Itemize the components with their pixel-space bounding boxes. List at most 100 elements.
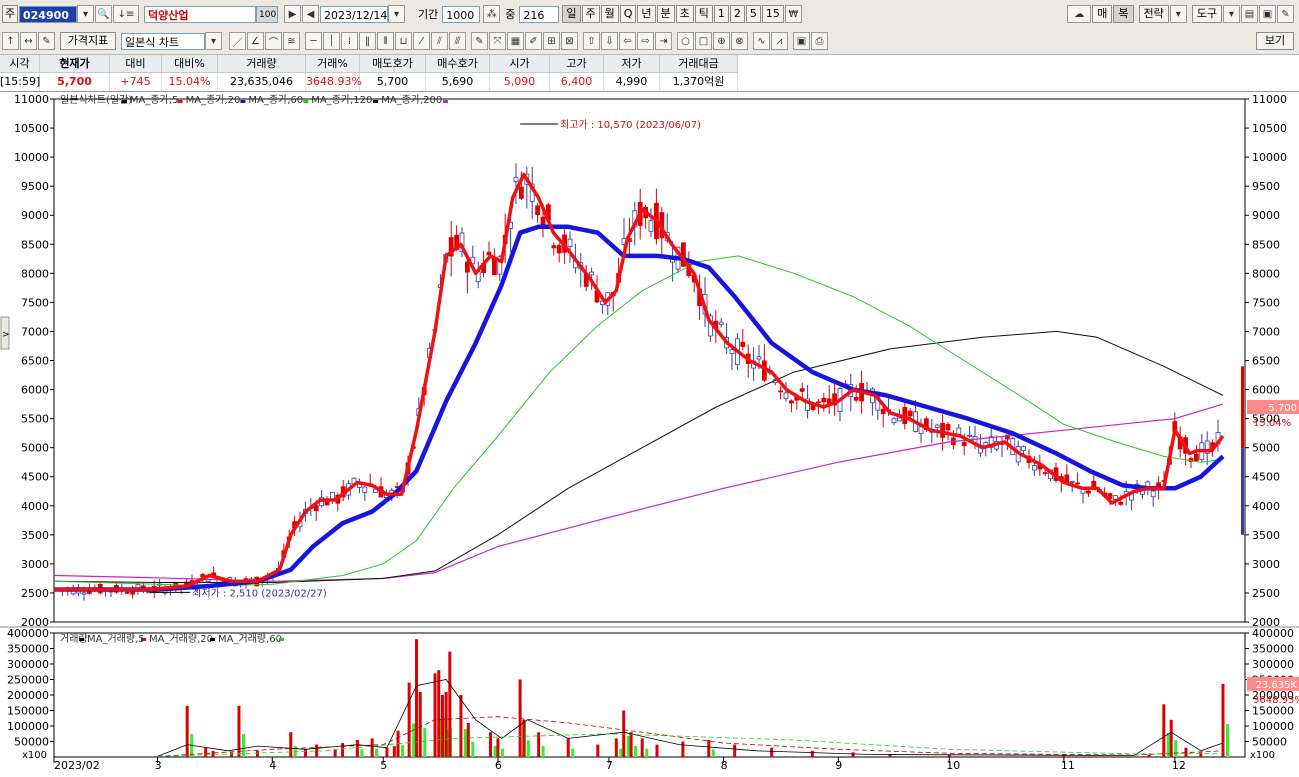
period-unit-button[interactable]: 주 <box>581 5 600 23</box>
delete-icon[interactable]: ⊗ <box>731 32 748 50</box>
legend-swatch <box>303 100 309 103</box>
volume-bar <box>640 738 644 757</box>
x-tick-label: 2023/02 <box>54 759 100 772</box>
pencil-icon[interactable]: ✎ <box>471 32 488 50</box>
cross-arrow-icon[interactable]: ⤧ <box>489 32 506 50</box>
legend-swatch <box>79 638 84 641</box>
market-mode-button[interactable]: 주 <box>2 5 18 23</box>
quote-value: 4,990 <box>604 73 660 91</box>
period-unit-button[interactable]: 15 <box>761 5 784 23</box>
open-folder-icon[interactable]: ▤ <box>1241 5 1258 23</box>
fibonacci-icon[interactable]: ≋ <box>283 32 300 50</box>
tools-dropdown-icon[interactable]: ▾ <box>1223 5 1240 23</box>
zoom-field[interactable]: 100 <box>256 5 278 23</box>
volume-bar-secondary <box>471 741 475 757</box>
cloud-icon[interactable]: ☁ <box>1067 5 1092 23</box>
sell-button[interactable]: 매 <box>1092 5 1113 23</box>
settings-wrench-icon[interactable]: ✎ <box>1277 5 1294 23</box>
period-unit-button[interactable]: 2 <box>729 5 745 23</box>
period-unit-button[interactable]: 일 <box>562 5 581 23</box>
wave-icon[interactable]: ∿ <box>753 32 770 50</box>
period-unit-button[interactable]: 틱 <box>694 5 713 23</box>
volume-bar-secondary <box>500 748 504 757</box>
volume-bar <box>655 744 659 757</box>
period-unit-button[interactable]: Q <box>619 5 637 23</box>
stock-code-input[interactable]: 024900 <box>19 5 77 23</box>
arc-icon[interactable]: ⌒ <box>265 32 282 50</box>
view-button[interactable]: 보기 <box>1256 32 1294 50</box>
gann-line-icon[interactable]: ⁄ <box>413 32 430 50</box>
price-indicator-button[interactable]: 가격지표 <box>60 32 116 50</box>
count-input[interactable]: 216 <box>519 5 560 23</box>
circle-icon[interactable]: ○ <box>677 32 694 50</box>
candle-body <box>1150 490 1156 498</box>
up-arrow-icon[interactable]: ⇧ <box>583 32 600 50</box>
horizontal-line-icon[interactable]: ─ <box>305 32 322 50</box>
search-icon[interactable]: 🔍 <box>95 5 112 23</box>
y-tick-label: 2500 <box>1252 587 1280 600</box>
vertical-line-icon[interactable]: │ <box>323 32 340 50</box>
quote-header: 매도호가 <box>360 55 426 73</box>
y-tick-label: 5500 <box>21 413 49 426</box>
volume-bar <box>622 710 626 757</box>
pattern-icon[interactable]: ⩘ <box>771 32 788 50</box>
angle-line-icon[interactable]: ∠ <box>247 32 264 50</box>
volume-tick-label: 50000 <box>14 736 49 749</box>
trend-line-icon[interactable]: ／ <box>229 32 246 50</box>
compound-button[interactable]: 복 <box>1113 5 1134 23</box>
right-arrow-icon[interactable]: ⇨ <box>637 32 654 50</box>
pen-icon[interactable]: ✐ <box>525 32 542 50</box>
chart-type-select[interactable]: 일본식 차트 <box>121 32 205 50</box>
cycle-line-icon[interactable]: ⁞ <box>341 32 358 50</box>
andrews-icon[interactable]: ⫻ <box>449 32 466 50</box>
x-tick-label: 5 <box>380 759 387 772</box>
tab-arrow-icon[interactable]: ⇥ <box>655 32 672 50</box>
expand-horizontal-icon[interactable]: ↔ <box>20 32 37 50</box>
save-icon[interactable]: ▣ <box>1259 5 1276 23</box>
candle-body <box>1069 481 1075 483</box>
sort-icon[interactable]: ↓≡ <box>113 5 139 23</box>
strategy-dropdown-icon[interactable]: ▾ <box>1169 5 1187 23</box>
date-field[interactable]: 2023/12/14 <box>320 5 388 23</box>
quote-header: 현재가 <box>40 55 110 73</box>
edit-icon[interactable]: ✎ <box>38 32 55 50</box>
candle-body <box>967 434 972 437</box>
chart-area[interactable]: 2000 20002500 25003000 30003500 35004000 4000… <box>0 92 1299 777</box>
tools-button[interactable]: 도구 <box>1191 5 1222 23</box>
gann-fan-icon[interactable]: ⫽ <box>431 32 448 50</box>
candle-body <box>519 186 524 199</box>
period-input[interactable]: 1000 <box>442 5 481 23</box>
grid-icon[interactable]: ▦ <box>507 32 524 50</box>
layout-icon[interactable]: ▣ <box>793 32 810 50</box>
left-arrow-icon[interactable]: ⇦ <box>619 32 636 50</box>
period-unit-button[interactable]: 5 <box>745 5 761 23</box>
rectangle-icon[interactable]: □ <box>695 32 712 50</box>
custom-period-icon[interactable]: ₩ <box>784 5 802 23</box>
grid-toggle-icon[interactable]: ⁂ <box>483 5 501 23</box>
period-unit-button[interactable]: 월 <box>600 5 619 23</box>
volume-bar <box>440 695 444 757</box>
date-dropdown-icon[interactable]: ▾ <box>388 5 405 23</box>
magnify-icon[interactable]: ⊕ <box>713 32 730 50</box>
code-dropdown-icon[interactable]: ▾ <box>77 5 94 23</box>
speed-line-icon[interactable]: ⊔ <box>395 32 412 50</box>
next-arrow-icon[interactable]: ▶ <box>284 5 301 23</box>
scroll-up-icon[interactable]: ↑ <box>2 32 19 50</box>
strategy-button[interactable]: 전략 <box>1138 5 1169 23</box>
clear-icon[interactable]: ⊠ <box>561 32 578 50</box>
period-unit-button[interactable]: 분 <box>656 5 675 23</box>
period-unit-button[interactable]: 년 <box>637 5 656 23</box>
parallel-line-icon[interactable]: ‖ <box>359 32 376 50</box>
channel-icon[interactable]: ⦀ <box>377 32 394 50</box>
period-unit-button[interactable]: 1 <box>713 5 729 23</box>
volume-bar <box>385 747 389 757</box>
period-unit-button[interactable]: 초 <box>675 5 694 23</box>
down-arrow-icon[interactable]: ⇩ <box>601 32 618 50</box>
chart-type-dropdown-icon[interactable]: ▾ <box>205 32 222 50</box>
y-tick-label: 10500 <box>14 122 49 135</box>
candle-body <box>945 424 951 431</box>
box-icon[interactable]: ⊞ <box>543 32 560 50</box>
volume-bar <box>1169 719 1173 757</box>
print-icon[interactable]: ⎙ <box>811 32 828 50</box>
prev-arrow-icon[interactable]: ◀ <box>302 5 319 23</box>
